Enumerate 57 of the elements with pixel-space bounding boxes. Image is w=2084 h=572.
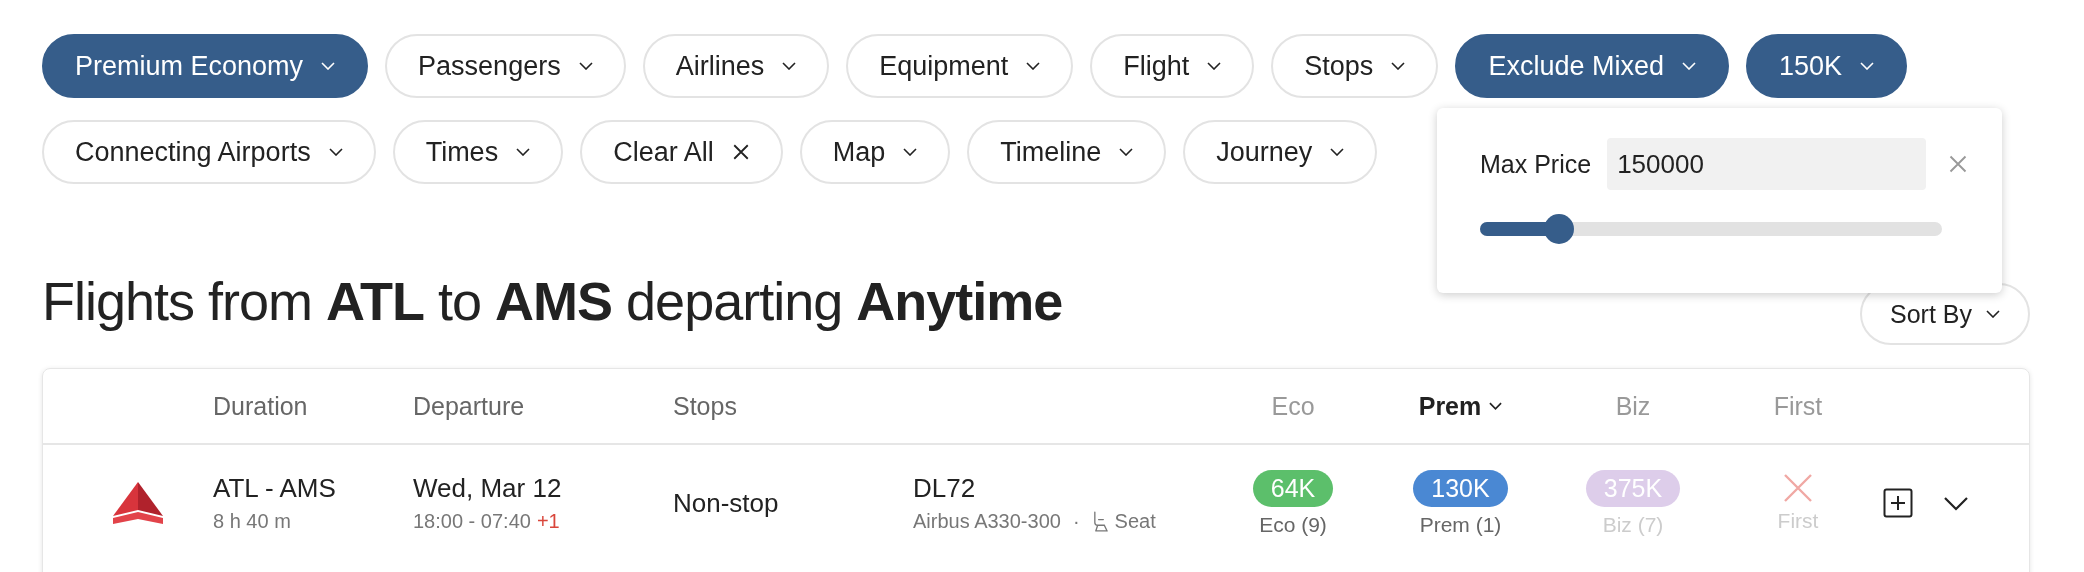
column-header[interactable]: Duration: [213, 391, 413, 421]
filter-chip[interactable]: Flight: [1090, 34, 1255, 98]
close-icon: [731, 143, 750, 161]
triangle-logo-icon: [113, 482, 163, 524]
filter-chip[interactable]: Journey: [1183, 120, 1378, 184]
chevron-down-icon: [1207, 62, 1222, 70]
chevron-down-icon: [1681, 62, 1696, 70]
day-offset: +1: [536, 510, 560, 533]
chevron-down-icon: [1860, 62, 1875, 70]
route-text: ATL - AMS: [213, 473, 337, 504]
column-header[interactable]: Departure: [413, 391, 673, 421]
separator-dot: ·: [1072, 510, 1080, 533]
chevron-down-icon: [782, 62, 797, 70]
flight-number: DL72: [913, 473, 977, 504]
chevron-down-icon: [1330, 148, 1345, 156]
column-header[interactable]: Stops: [673, 391, 913, 421]
chevron-down-icon: [578, 62, 593, 70]
chevron-down-icon: [328, 148, 343, 156]
chevron-down-icon: [903, 148, 918, 156]
filter-chip[interactable]: Passengers: [385, 34, 626, 98]
filter-chip[interactable]: 150K: [1745, 34, 1908, 98]
expand-chevron-icon[interactable]: [1943, 495, 1969, 511]
price-slider[interactable]: [1480, 214, 1942, 244]
seat-text: Seat: [1114, 510, 1156, 533]
filter-chip[interactable]: Exclude Mixed: [1455, 34, 1729, 98]
fare-label: Eco (9): [1259, 512, 1327, 537]
stops-text: Non-stop: [673, 487, 780, 519]
filter-chip[interactable]: Clear All: [580, 120, 783, 184]
max-price-label: Max Price: [1480, 149, 1592, 179]
fare-label: Prem (1): [1419, 512, 1502, 537]
filter-chip[interactable]: Timeline: [967, 120, 1167, 184]
chevron-down-icon: [1391, 62, 1406, 70]
filter-chip[interactable]: Premium Economy: [42, 34, 369, 98]
chevron-down-icon: [321, 62, 336, 70]
chevron-down-icon: [1489, 402, 1503, 410]
filter-chip[interactable]: Map: [799, 120, 951, 184]
chevron-down-icon: [1026, 62, 1041, 70]
filter-chip[interactable]: Equipment: [846, 34, 1074, 98]
aircraft-text: Airbus A330-300: [913, 510, 1061, 533]
filter-chip[interactable]: Times: [392, 120, 564, 184]
column-header[interactable]: Prem: [1368, 391, 1553, 421]
date-text: Wed, Mar 12: [413, 473, 563, 504]
add-square-icon[interactable]: [1883, 488, 1913, 518]
duration-text: 8 h 40 m: [213, 510, 292, 533]
times-text: 18:00 - 07:40: [413, 510, 531, 533]
filter-chip[interactable]: Connecting Airports: [42, 120, 376, 184]
unavailable-x-icon: [1783, 473, 1813, 503]
seat-icon: [1091, 511, 1109, 532]
results-heading: Flights from ATL to AMS departing Anytime: [42, 270, 1063, 332]
filter-chip[interactable]: Airlines: [642, 34, 830, 98]
close-icon[interactable]: [1948, 154, 1968, 174]
max-price-field[interactable]: 150000: [1607, 138, 1926, 190]
price-badge[interactable]: 130K: [1413, 469, 1508, 507]
chevron-down-icon: [1986, 310, 2000, 318]
chevron-down-icon: [516, 148, 531, 156]
chevron-down-icon: [1119, 148, 1134, 156]
filter-chip[interactable]: Stops: [1271, 34, 1439, 98]
